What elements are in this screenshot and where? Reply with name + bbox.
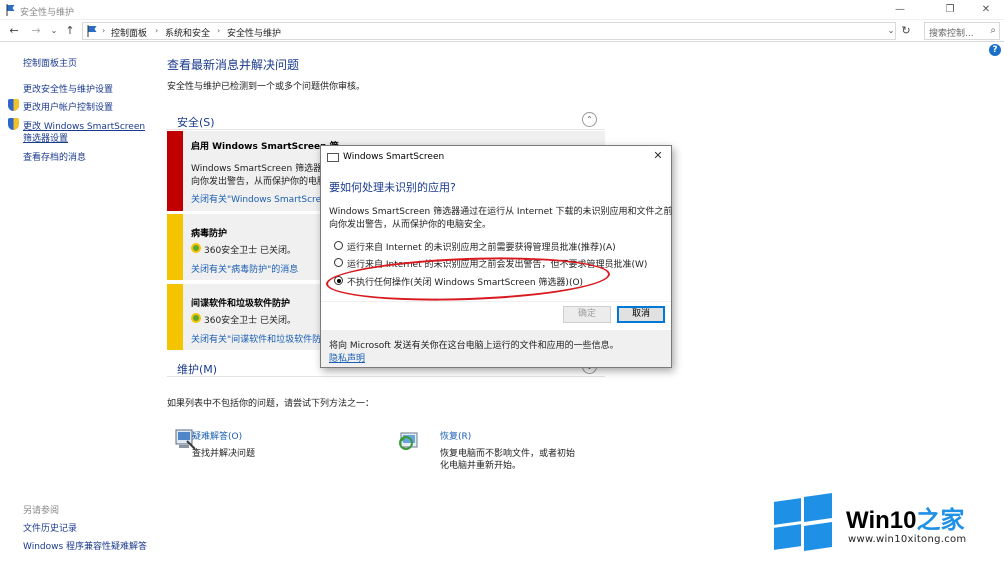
card-link[interactable]: 关闭有关"间谍软件和垃圾软件防 <box>191 332 321 345</box>
watermark-brand-a: Win10 <box>846 507 917 534</box>
ok-button[interactable]: 确定 <box>563 306 611 323</box>
card-text: Windows SmartScreen 筛选器 <box>191 164 323 174</box>
dialog-heading: 要如何处理未识别的应用? <box>329 181 456 194</box>
minimize-button[interactable]: — <box>886 2 914 18</box>
chevron-right-icon: › <box>102 26 106 35</box>
back-arrow-icon[interactable]: ← <box>6 23 22 39</box>
watermark-url: www.win10xitong.com <box>848 534 967 545</box>
card-text: 向你发出警告，从而保护你的电脑 <box>191 177 327 187</box>
chevron-right-icon: › <box>217 26 221 35</box>
page-title: 查看最新消息并解决问题 <box>167 58 300 72</box>
address-dropdown-icon[interactable]: ⌄ <box>885 23 897 39</box>
chevron-up-icon[interactable]: ⌃ <box>582 112 597 127</box>
section-security-label: 安全(S) <box>177 116 215 129</box>
tool-title[interactable]: 疑难解答(O) <box>192 429 242 442</box>
recovery-icon <box>399 432 418 450</box>
card-heading: 病毒防护 <box>191 229 228 239</box>
chevron-right-icon: › <box>155 26 159 35</box>
360-icon <box>191 313 201 323</box>
radio-require-approval[interactable] <box>334 241 343 250</box>
status-bar-yellow <box>167 214 183 280</box>
nav-file-history[interactable]: 文件历史记录 <box>23 521 77 534</box>
title-bar: 安全性与维护 — ❐ ✕ <box>0 0 1004 20</box>
option-label[interactable]: 运行来自 Internet 的未识别应用之前需要获得管理员批准(推荐)(A) <box>347 240 616 253</box>
windows-logo-icon <box>772 493 834 554</box>
watermark-brand: Win10之家 <box>846 500 964 535</box>
watermark-brand-b: 之家 <box>916 507 965 534</box>
nav-archived-messages[interactable]: 查看存档的消息 <box>23 150 86 163</box>
divider <box>321 301 671 302</box>
see-also-label: 另请参阅 <box>23 506 60 516</box>
section-maintenance-label: 维护(M) <box>177 363 218 376</box>
left-nav: 控制面板主页 更改安全性与维护设置 更改用户帐户控制设置 更改 Windows … <box>0 44 160 564</box>
search-icon[interactable]: ⌕ <box>990 25 996 36</box>
not-found-text: 如果列表中不包括你的问题，请尝试下列方法之一： <box>167 399 375 409</box>
search-input[interactable]: 搜索控制... <box>929 26 974 39</box>
address-bar: ← → ⌄ ↑ › 控制面板 › 系统和安全 › 安全性与维护 <box>0 20 1004 42</box>
tool-title[interactable]: 恢复(R) <box>440 429 471 442</box>
footer-text: 将向 Microsoft 发送有关你在这台电脑上运行的文件和应用的一些信息。 <box>329 341 619 351</box>
window-app-icon <box>327 153 339 162</box>
tool-desc: 化电脑并重新开始。 <box>440 461 522 471</box>
dialog-body-text: Windows SmartScreen 筛选器通过在运行从 Internet 下… <box>329 207 673 217</box>
window-title: 安全性与维护 <box>20 8 75 18</box>
dialog-body-text: 向你发出警告，从而保护你的电脑安全。 <box>329 220 492 230</box>
status-bar-red <box>167 131 183 211</box>
crumb-security-maintenance[interactable]: 安全性与维护 <box>227 26 281 39</box>
flag-icon <box>6 4 15 16</box>
page-subtitle: 安全性与维护已检测到一个或多个问题供你审核。 <box>167 82 366 92</box>
radio-warn[interactable] <box>334 258 343 267</box>
tool-troubleshooting[interactable]: 疑难解答(O) 查找并解决问题 <box>175 427 325 461</box>
privacy-link[interactable]: 隐私声明 <box>329 351 365 364</box>
uac-shield-icon <box>8 118 19 130</box>
crumb-control-panel[interactable]: 控制面板 <box>111 26 147 39</box>
card-link[interactable]: 关闭有关"Windows SmartScreen <box>191 192 332 205</box>
section-security[interactable]: 安全(S) ⌃ <box>167 110 605 130</box>
nav-control-panel-home[interactable]: 控制面板主页 <box>23 56 77 69</box>
crumb-system-security[interactable]: 系统和安全 <box>165 26 210 39</box>
up-arrow-icon[interactable]: ↑ <box>62 23 78 39</box>
status-bar-yellow <box>167 284 183 350</box>
flag-icon <box>87 25 97 37</box>
forward-arrow-icon[interactable]: → <box>28 23 44 39</box>
card-status: 360安全卫士 已关闭。 <box>204 316 297 326</box>
360-icon <box>191 243 201 253</box>
search-box[interactable]: 搜索控制... ⌕ <box>924 22 1000 40</box>
nav-change-uac-settings[interactable]: 更改用户帐户控制设置 <box>23 100 113 113</box>
recent-dropdown-icon[interactable]: ⌄ <box>46 23 62 39</box>
tool-recovery[interactable]: 恢复(R) 恢复电脑而不影响文件，或者初始 化电脑并重新开始。 <box>398 427 588 471</box>
help-icon[interactable]: ? <box>989 44 1001 56</box>
nav-change-smartscreen-2[interactable]: 筛选器设置 <box>23 131 68 144</box>
card-status: 360安全卫士 已关闭。 <box>204 246 297 256</box>
refresh-icon[interactable]: ↻ <box>898 23 914 39</box>
cancel-button[interactable]: 取消 <box>617 306 665 323</box>
card-heading: 间谍软件和垃圾软件防护 <box>191 299 291 309</box>
maximize-button[interactable]: ❐ <box>936 2 964 18</box>
breadcrumb[interactable]: › 控制面板 › 系统和安全 › 安全性与维护 <box>82 22 896 40</box>
nav-change-security-settings[interactable]: 更改安全性与维护设置 <box>23 82 113 95</box>
close-window-button[interactable]: ✕ <box>972 2 1000 18</box>
card-heading: 启用 Windows SmartScreen 筛 <box>191 142 339 152</box>
dialog-title: Windows SmartScreen <box>343 152 445 162</box>
uac-shield-icon <box>8 99 19 111</box>
close-icon[interactable]: ✕ <box>651 149 665 163</box>
card-link[interactable]: 关闭有关"病毒防护"的消息 <box>191 262 298 275</box>
nav-compat-troubleshooter[interactable]: Windows 程序兼容性疑难解答 <box>23 539 147 552</box>
tool-desc: 查找并解决问题 <box>192 449 256 459</box>
